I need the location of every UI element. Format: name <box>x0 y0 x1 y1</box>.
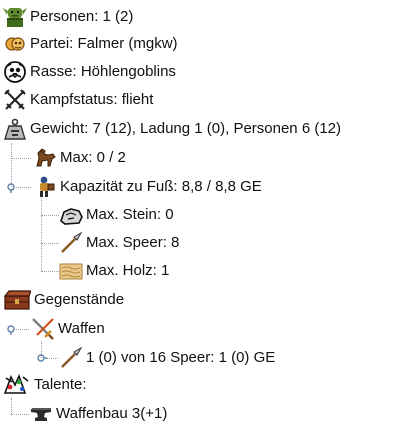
tree-connector <box>11 398 12 414</box>
race-row[interactable]: Rasse: Höhlengoblins <box>3 59 176 85</box>
tree-connector <box>46 358 58 359</box>
capacity-on-foot-row[interactable]: Kapazität zu Fuß: 8,8 / 8,8 GE <box>33 174 262 200</box>
max-stone-row[interactable]: Max. Stein: 0 <box>59 202 174 228</box>
tree-connector <box>16 187 31 188</box>
max-wood-row[interactable]: Max. Holz: 1 <box>59 258 169 284</box>
max-stone-label: Max. Stein: 0 <box>86 206 174 223</box>
party-row[interactable]: Partei: Falmer (mgkw) <box>3 31 178 57</box>
tree-connector <box>41 271 59 272</box>
expanded-handle[interactable] <box>6 324 17 335</box>
capacity-on-foot-label: Kapazität zu Fuß: 8,8 / 8,8 GE <box>60 178 262 195</box>
goblin-icon <box>3 5 27 29</box>
weapons-row[interactable]: Waffen <box>31 316 105 342</box>
anvil-icon <box>29 402 53 426</box>
talents-label: Talente: <box>34 376 87 393</box>
max-horses-label: Max: 0 / 2 <box>60 149 126 166</box>
tree-connector <box>11 143 12 187</box>
party-label: Partei: Falmer (mgkw) <box>30 35 178 52</box>
items-chest-icon <box>3 288 31 312</box>
wood-icon <box>59 259 83 283</box>
tree-connector <box>41 198 42 271</box>
persons-label: Personen: 1 (2) <box>30 8 134 25</box>
weaponcraft-row[interactable]: Waffenbau 3(+1) <box>29 401 167 427</box>
items-row[interactable]: Gegenstände <box>3 287 124 313</box>
tree-connector <box>11 414 29 415</box>
weapons-label: Waffen <box>58 320 105 337</box>
weight-icon <box>3 117 27 141</box>
max-spear-row[interactable]: Max. Speer: 8 <box>59 230 179 256</box>
tree-connector <box>16 329 29 330</box>
max-horses-row[interactable]: Max: 0 / 2 <box>33 145 126 171</box>
stone-icon <box>59 203 83 227</box>
crossed-swords-icon <box>3 88 27 112</box>
party-icon <box>3 32 27 56</box>
combat-status-row[interactable]: Kampfstatus: flieht <box>3 87 153 113</box>
weight-row[interactable]: Gewicht: 7 (12), Ladung 1 (0), Personen … <box>3 116 341 142</box>
talents-row[interactable]: Talente: <box>3 372 87 398</box>
expanded-handle[interactable] <box>6 182 17 193</box>
tree-connector <box>41 215 59 216</box>
combat-status-label: Kampfstatus: flieht <box>30 91 154 108</box>
talents-icon <box>3 373 31 397</box>
collapsed-handle[interactable] <box>36 353 47 364</box>
max-spear-label: Max. Speer: 8 <box>86 234 180 251</box>
weapons-icon <box>31 317 55 341</box>
tree-connector <box>41 243 59 244</box>
tree-connector <box>11 158 31 159</box>
spear-icon <box>59 346 83 370</box>
capacity-figure-icon <box>33 175 57 199</box>
weaponcraft-label: Waffenbau 3(+1) <box>56 405 168 422</box>
max-wood-label: Max. Holz: 1 <box>86 262 170 279</box>
weight-label: Gewicht: 7 (12), Ladung 1 (0), Personen … <box>30 120 342 137</box>
spear-item-row[interactable]: 1 (0) von 16 Speer: 1 (0) GE <box>59 345 275 371</box>
horse-icon <box>33 146 57 170</box>
items-label: Gegenstände <box>34 291 125 308</box>
spear-icon <box>59 231 83 255</box>
race-label: Rasse: Höhlengoblins <box>30 63 176 80</box>
spear-item-label: 1 (0) von 16 Speer: 1 (0) GE <box>86 349 276 366</box>
unit-details-tree: Personen: 1 (2) Partei: Falmer (mgkw) Ra… <box>0 0 415 433</box>
race-icon <box>3 60 27 84</box>
persons-row[interactable]: Personen: 1 (2) <box>3 4 133 30</box>
